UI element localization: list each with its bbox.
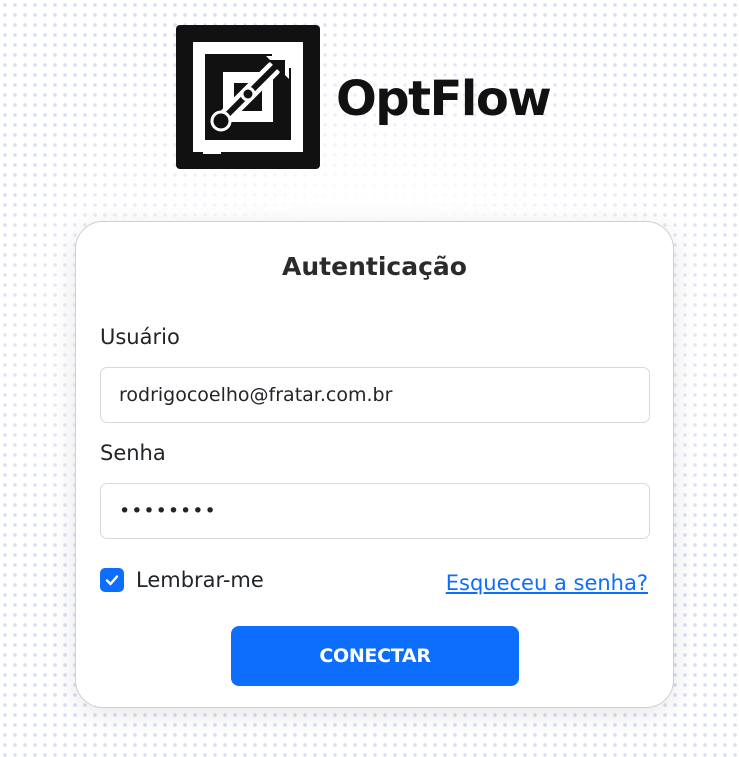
- forgot-password-link[interactable]: Esqueceu a senha?: [446, 571, 648, 595]
- connect-button[interactable]: CONECTAR: [231, 626, 519, 686]
- growth-arrow-icon: [176, 25, 320, 169]
- card-title: Autenticação: [282, 252, 467, 281]
- password-field[interactable]: ••••••••: [100, 483, 650, 539]
- remember-me-toggle[interactable]: Lembrar-me: [100, 568, 264, 592]
- username-field[interactable]: [100, 367, 650, 423]
- password-label: Senha: [100, 441, 166, 465]
- remember-me-checkbox[interactable]: [100, 568, 124, 592]
- brand-logo: OptFlow: [176, 25, 552, 169]
- username-label: Usuário: [100, 325, 180, 349]
- brand-name: OptFlow: [336, 71, 552, 127]
- login-card: Autenticação Usuário Senha •••••••• Lemb…: [75, 221, 674, 708]
- remember-me-label: Lembrar-me: [136, 568, 264, 592]
- checkmark-icon: [105, 575, 119, 586]
